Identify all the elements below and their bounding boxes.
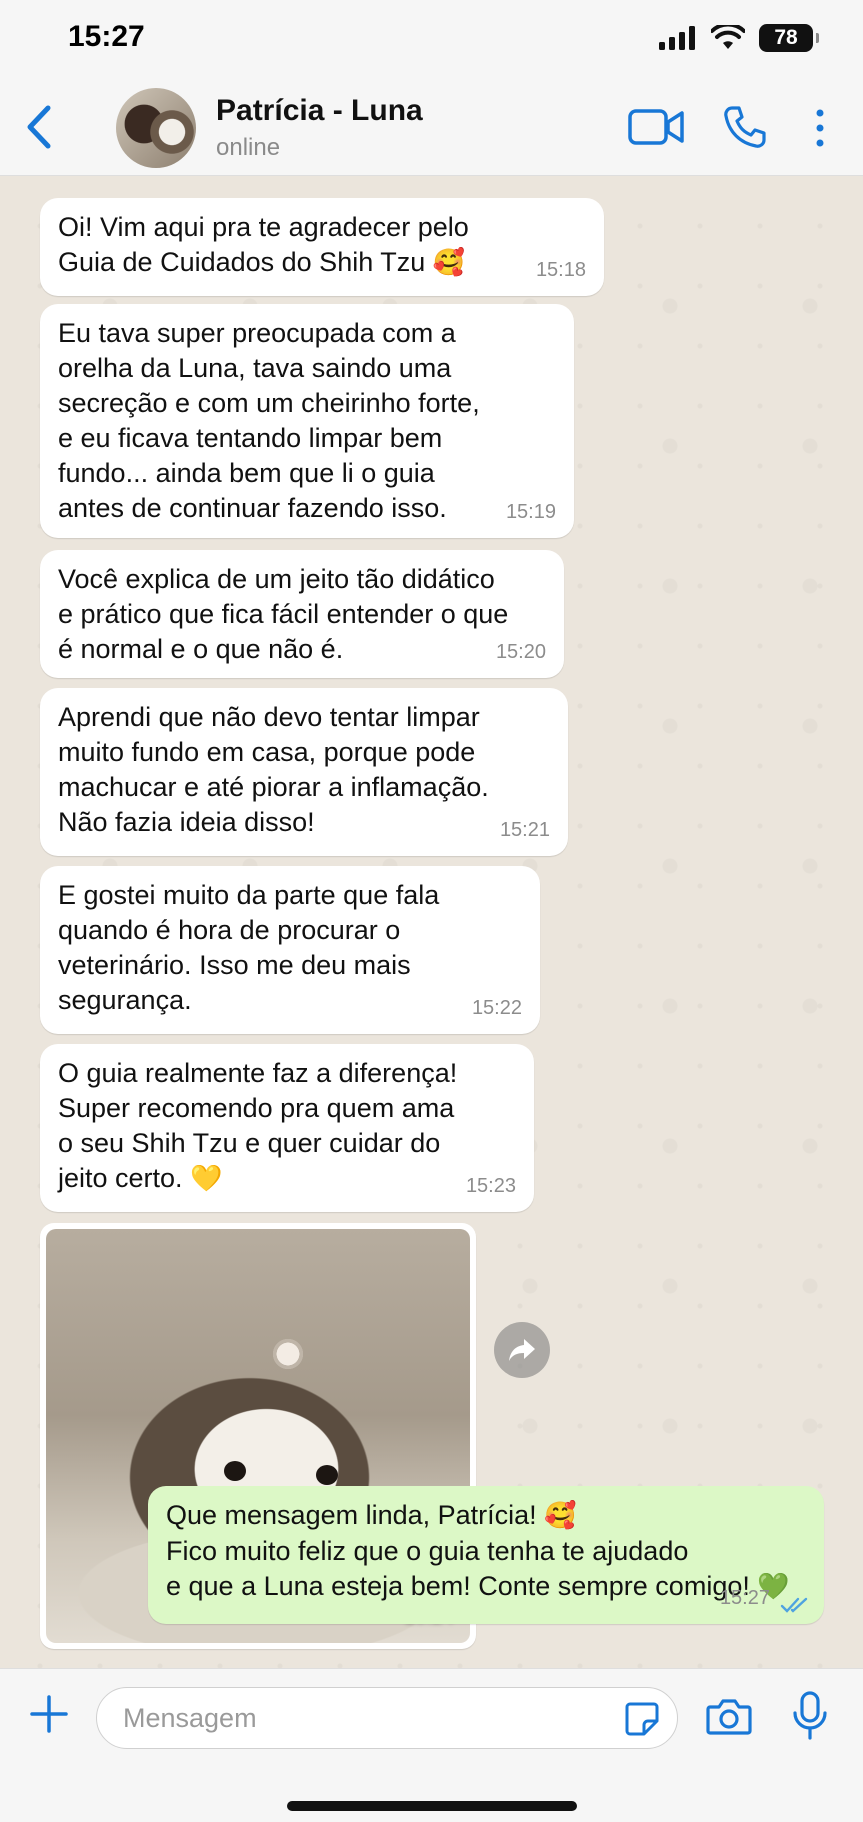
message-text: O guia realmente faz a diferença! Super … [58, 1056, 516, 1197]
status-time: 15:27 [68, 20, 145, 53]
contact-status: online [216, 134, 281, 161]
chat-area[interactable]: Oi! Vim aqui pra te agradecer pelo Guia … [0, 176, 863, 1668]
message-bubble-incoming[interactable]: Aprendi que não devo tentar limpar muito… [40, 688, 568, 856]
read-receipt-double-check-icon [780, 1597, 808, 1613]
battery-icon: 78 [759, 24, 819, 52]
battery-level: 78 [774, 26, 798, 49]
video-call-icon[interactable] [628, 108, 684, 146]
message-text: Você explica de um jeito tão didático e … [58, 564, 509, 664]
contact-avatar[interactable] [116, 88, 196, 168]
smiling-face-hearts-emoji: 🥰 [432, 248, 466, 278]
status-bar: 15:27 78 [0, 0, 863, 78]
microphone-icon[interactable] [792, 1691, 828, 1741]
message-text: Aprendi que não devo tentar limpar muito… [58, 702, 489, 837]
outgoing-line-2: Fico muito feliz que o guia tenha te aju… [166, 1536, 689, 1566]
contact-name[interactable]: Patrícia - Luna [216, 94, 423, 128]
camera-icon[interactable] [706, 1697, 752, 1737]
chat-header: Patrícia - Luna online [0, 78, 863, 176]
message-time: 15:19 [505, 501, 556, 523]
message-time: 15:23 [465, 1175, 516, 1197]
yellow-heart-emoji: 💛 [190, 1164, 223, 1194]
voice-call-icon[interactable] [722, 104, 768, 150]
home-indicator[interactable] [287, 1801, 577, 1811]
outgoing-line-3: e que a Luna esteja bem! Conte sempre co… [166, 1571, 750, 1601]
message-input-bar [0, 1668, 863, 1822]
message-text: Que mensagem linda, Patrícia! 🥰 Fico mui… [166, 1498, 806, 1605]
message-text-body: Oi! Vim aqui pra te agradecer pelo Guia … [58, 212, 469, 277]
message-bubble-outgoing[interactable]: Que mensagem linda, Patrícia! 🥰 Fico mui… [148, 1486, 824, 1624]
message-input[interactable] [96, 1687, 678, 1749]
message-time: 15:18 [535, 259, 586, 281]
message-bubble-incoming[interactable]: Oi! Vim aqui pra te agradecer pelo Guia … [40, 198, 604, 296]
message-text-body: O guia realmente faz a diferença! Super … [58, 1058, 458, 1193]
wifi-icon [711, 25, 745, 49]
smiling-face-hearts-emoji: 🥰 [544, 1501, 577, 1531]
outgoing-line-1: Que mensagem linda, Patrícia! [166, 1500, 537, 1530]
status-icons: 78 [659, 24, 819, 52]
message-bubble-incoming[interactable]: Você explica de um jeito tão didático e … [40, 550, 564, 678]
message-time: 15:21 [499, 819, 550, 841]
plus-icon[interactable] [28, 1693, 70, 1735]
message-bubble-incoming[interactable]: E gostei muito da parte que fala quando … [40, 866, 540, 1034]
more-options-icon[interactable] [814, 108, 826, 148]
message-text: Oi! Vim aqui pra te agradecer pelo Guia … [58, 210, 586, 281]
message-time: 15:20 [495, 641, 546, 663]
forward-button[interactable] [494, 1322, 550, 1378]
message-time: 15:27 [719, 1587, 770, 1609]
message-text: E gostei muito da parte que fala quando … [58, 880, 440, 1015]
message-text: Eu tava super preocupada com a orelha da… [58, 318, 480, 523]
hair-bow [268, 1339, 308, 1369]
message-time: 15:22 [471, 997, 522, 1019]
back-chevron-icon[interactable] [20, 102, 60, 152]
signal-icon [659, 26, 695, 50]
forward-arrow-icon [509, 1339, 535, 1361]
sticker-icon[interactable] [624, 1701, 660, 1737]
message-bubble-incoming[interactable]: Eu tava super preocupada com a orelha da… [40, 304, 574, 538]
message-bubble-incoming[interactable]: O guia realmente faz a diferença! Super … [40, 1044, 534, 1212]
